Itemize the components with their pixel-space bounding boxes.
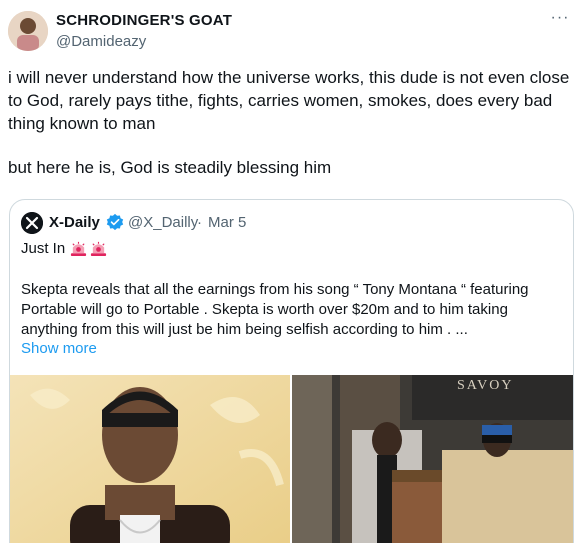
verified-badge-icon xyxy=(106,213,124,231)
quoted-author-handle[interactable]: @X_Dailly xyxy=(128,214,198,231)
quoted-tweet-text: Skepta reveals that all the earnings fro… xyxy=(21,281,529,338)
tweet-text: i will never understand how the universe… xyxy=(8,66,570,179)
savoy-sign: SAVOY xyxy=(457,378,513,393)
tweet: SCHRODINGER'S GOAT @Damideazy ··· i will… xyxy=(0,0,579,543)
separator-dot: · xyxy=(197,214,202,231)
x-daily-logo[interactable] xyxy=(21,212,43,234)
police-siren-icon xyxy=(90,241,107,257)
show-more-link[interactable]: Show more xyxy=(21,340,97,357)
just-in-label: Just In xyxy=(21,240,66,257)
tweet-text-paragraph-2: but here he is, God is steadily blessing… xyxy=(8,158,332,177)
media-photo-left[interactable] xyxy=(10,375,290,543)
author-avatar[interactable] xyxy=(8,11,48,51)
more-dots-icon[interactable]: ··· xyxy=(548,10,572,30)
police-siren-icon xyxy=(70,241,87,257)
quoted-author-name[interactable]: X-Daily xyxy=(49,214,100,231)
author-name[interactable]: SCHRODINGER'S GOAT xyxy=(56,12,232,29)
media-grid: SAVOY xyxy=(10,375,573,543)
quoted-date[interactable]: Mar 5 xyxy=(208,214,246,231)
quoted-tweet[interactable]: X-Daily @X_Dailly · Mar 5 Just In Skepta… xyxy=(9,199,574,543)
media-photo-right[interactable]: SAVOY xyxy=(292,375,573,543)
tweet-text-paragraph-1: i will never understand how the universe… xyxy=(8,68,570,133)
author-handle[interactable]: @Damideazy xyxy=(56,33,146,50)
